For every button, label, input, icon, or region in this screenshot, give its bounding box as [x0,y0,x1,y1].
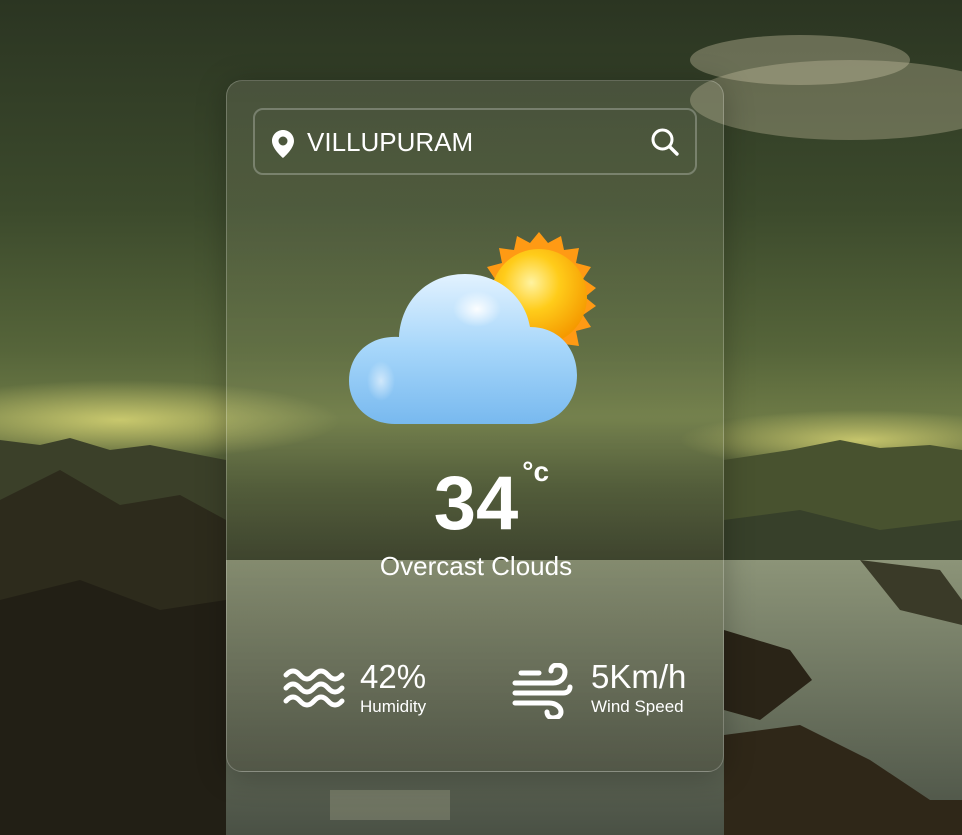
partly-cloudy-sun-icon [347,231,609,427]
weather-card: 34 °c Overcast Clouds 42% Humidity [226,80,724,772]
weather-condition: Overcast Clouds [379,551,573,581]
humidity-value: 42% [360,658,427,695]
search-box[interactable] [253,108,697,175]
temperature-unit: °c [522,456,550,487]
city-search-input[interactable] [307,124,627,160]
humidity-label: Humidity [360,697,427,716]
map-pin-icon [271,129,295,159]
temperature-display: 34 °c [227,457,723,547]
search-icon[interactable] [649,126,681,158]
wind-icon [511,662,573,724]
wind-speed-value: 5Km/h [591,658,687,695]
wind-speed-label: Wind Speed [591,697,684,716]
temperature-value: 34 [433,461,519,546]
waves-icon [283,663,345,716]
